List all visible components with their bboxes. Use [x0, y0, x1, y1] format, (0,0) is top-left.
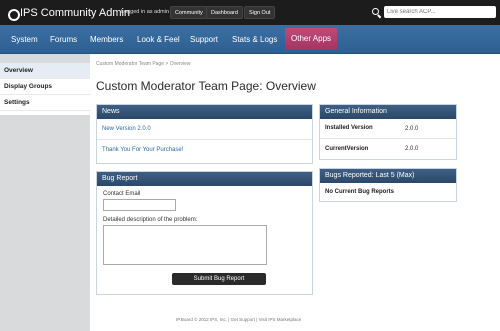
- sidebar: Overview Display Groups Settings: [0, 63, 90, 115]
- page-title: Custom Moderator Team Page: Overview: [96, 79, 316, 93]
- installed-version-row: Installed Version 2.0.0: [320, 119, 456, 139]
- dashboard-button[interactable]: Dashboard: [206, 6, 243, 19]
- ips-logo-icon: [6, 7, 20, 21]
- main-content: Custom Moderator Team Page > Overview Cu…: [90, 54, 500, 331]
- current-version-row: CurrentVersion 2.0.0: [320, 139, 456, 159]
- main-nav: System Forums Members Look & Feel Suppor…: [0, 25, 500, 54]
- news-panel: News New Version 2.0.0 Thank You For You…: [96, 104, 313, 164]
- breadcrumb[interactable]: Custom Moderator Team Page > Overview: [96, 61, 191, 67]
- footer: IP.Board © 2012 IPS, Inc. | Get Support …: [176, 317, 302, 322]
- bug-report-form: Contact Email Detailed description of th…: [97, 186, 312, 270]
- news-item-new-version[interactable]: New Version 2.0.0: [97, 119, 312, 140]
- installed-version-label: Installed Version: [325, 125, 373, 131]
- community-button[interactable]: Community: [170, 6, 208, 19]
- logged-in-label: Logged in as admin: [121, 9, 170, 15]
- bugs-reported-title: Bugs Reported: Last 5 (Max): [320, 169, 456, 183]
- nav-support[interactable]: Support: [190, 25, 218, 54]
- sidebar-item-display-groups[interactable]: Display Groups: [0, 79, 90, 95]
- nav-stats-and-logs[interactable]: Stats & Logs: [232, 25, 277, 54]
- bug-report-title: Bug Report: [97, 172, 312, 186]
- sign-out-button[interactable]: Sign Out: [244, 6, 276, 19]
- general-info-panel: General Information Installed Version 2.…: [319, 104, 457, 160]
- sidebar-item-overview[interactable]: Overview: [0, 63, 90, 79]
- news-panel-title: News: [97, 105, 312, 119]
- submit-bug-report-button[interactable]: Submit Bug Report: [172, 273, 266, 285]
- nav-look-and-feel[interactable]: Look & Feel: [137, 25, 180, 54]
- contact-email-field[interactable]: [103, 199, 176, 211]
- bugs-reported-empty: No Current Bug Reports: [325, 189, 394, 195]
- nav-members[interactable]: Members: [90, 25, 123, 54]
- search-input[interactable]: [384, 6, 496, 18]
- contact-email-label: Contact Email: [103, 191, 141, 197]
- news-item-thank-you[interactable]: Thank You For Your Purchase!: [97, 140, 312, 161]
- general-info-title: General Information: [320, 105, 456, 119]
- search-icon[interactable]: [371, 7, 382, 18]
- description-textarea[interactable]: [103, 225, 267, 265]
- search-box: [371, 5, 496, 19]
- bug-report-panel: Bug Report Contact Email Detailed descri…: [96, 171, 313, 295]
- installed-version-value: 2.0.0: [405, 125, 419, 132]
- sidebar-item-settings[interactable]: Settings: [0, 95, 90, 111]
- current-version-label: CurrentVersion: [325, 145, 369, 152]
- brand-title: IPS Community Admin: [20, 6, 131, 19]
- nav-other-apps[interactable]: Other Apps: [285, 28, 338, 50]
- brand[interactable]: IPS Community Admin: [6, 6, 131, 21]
- top-bar: IPS Community Admin Logged in as admin C…: [0, 0, 500, 25]
- description-label: Detailed description of the problem:: [103, 217, 198, 223]
- current-version-value: 2.0.0: [405, 146, 419, 152]
- nav-system[interactable]: System: [11, 25, 38, 54]
- nav-forums[interactable]: Forums: [50, 25, 77, 54]
- bugs-reported-panel: Bugs Reported: Last 5 (Max) No Current B…: [319, 168, 457, 202]
